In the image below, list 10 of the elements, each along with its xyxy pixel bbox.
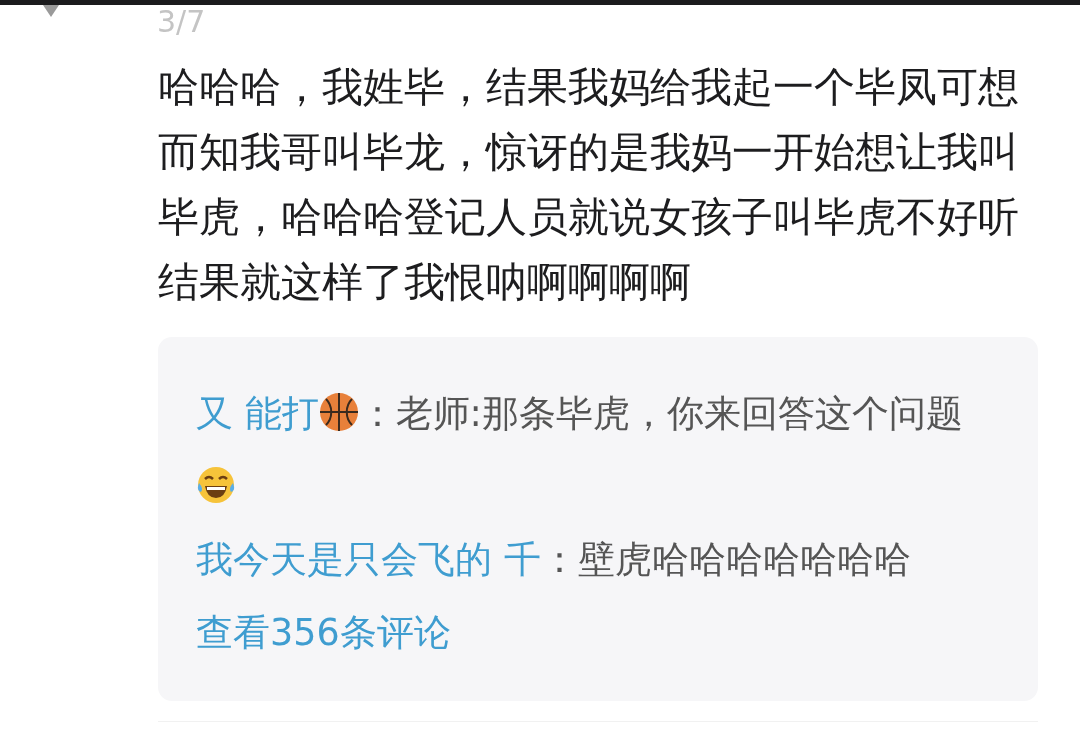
reply-text: ：壁虎哈哈哈哈哈哈哈 bbox=[540, 538, 911, 581]
reply-text: ：老师:那条毕虎，你来回答这个问题 bbox=[358, 392, 963, 435]
dropdown-triangle-icon[interactable] bbox=[43, 5, 59, 17]
reply-author-link[interactable]: 我今天是只会飞的 千 bbox=[196, 538, 541, 581]
view-more-link[interactable]: 查看356条评论 bbox=[196, 596, 451, 669]
basketball-icon bbox=[318, 392, 359, 432]
comment-text: 哈哈哈，我姓毕，结果我妈给我起一个毕凤可想而知我哥叫毕龙，惊讶的是我妈一开始想让我叫毕虎，哈哈哈登记人员就说女孩子叫毕虎不好听结果就这样了我恨呐啊啊啊啊 bbox=[158, 62, 1020, 308]
page-counter: 3/7 bbox=[157, 5, 206, 38]
reply-author-link[interactable]: 又 能打 bbox=[196, 392, 319, 435]
laughing-emoji-icon bbox=[196, 465, 236, 505]
